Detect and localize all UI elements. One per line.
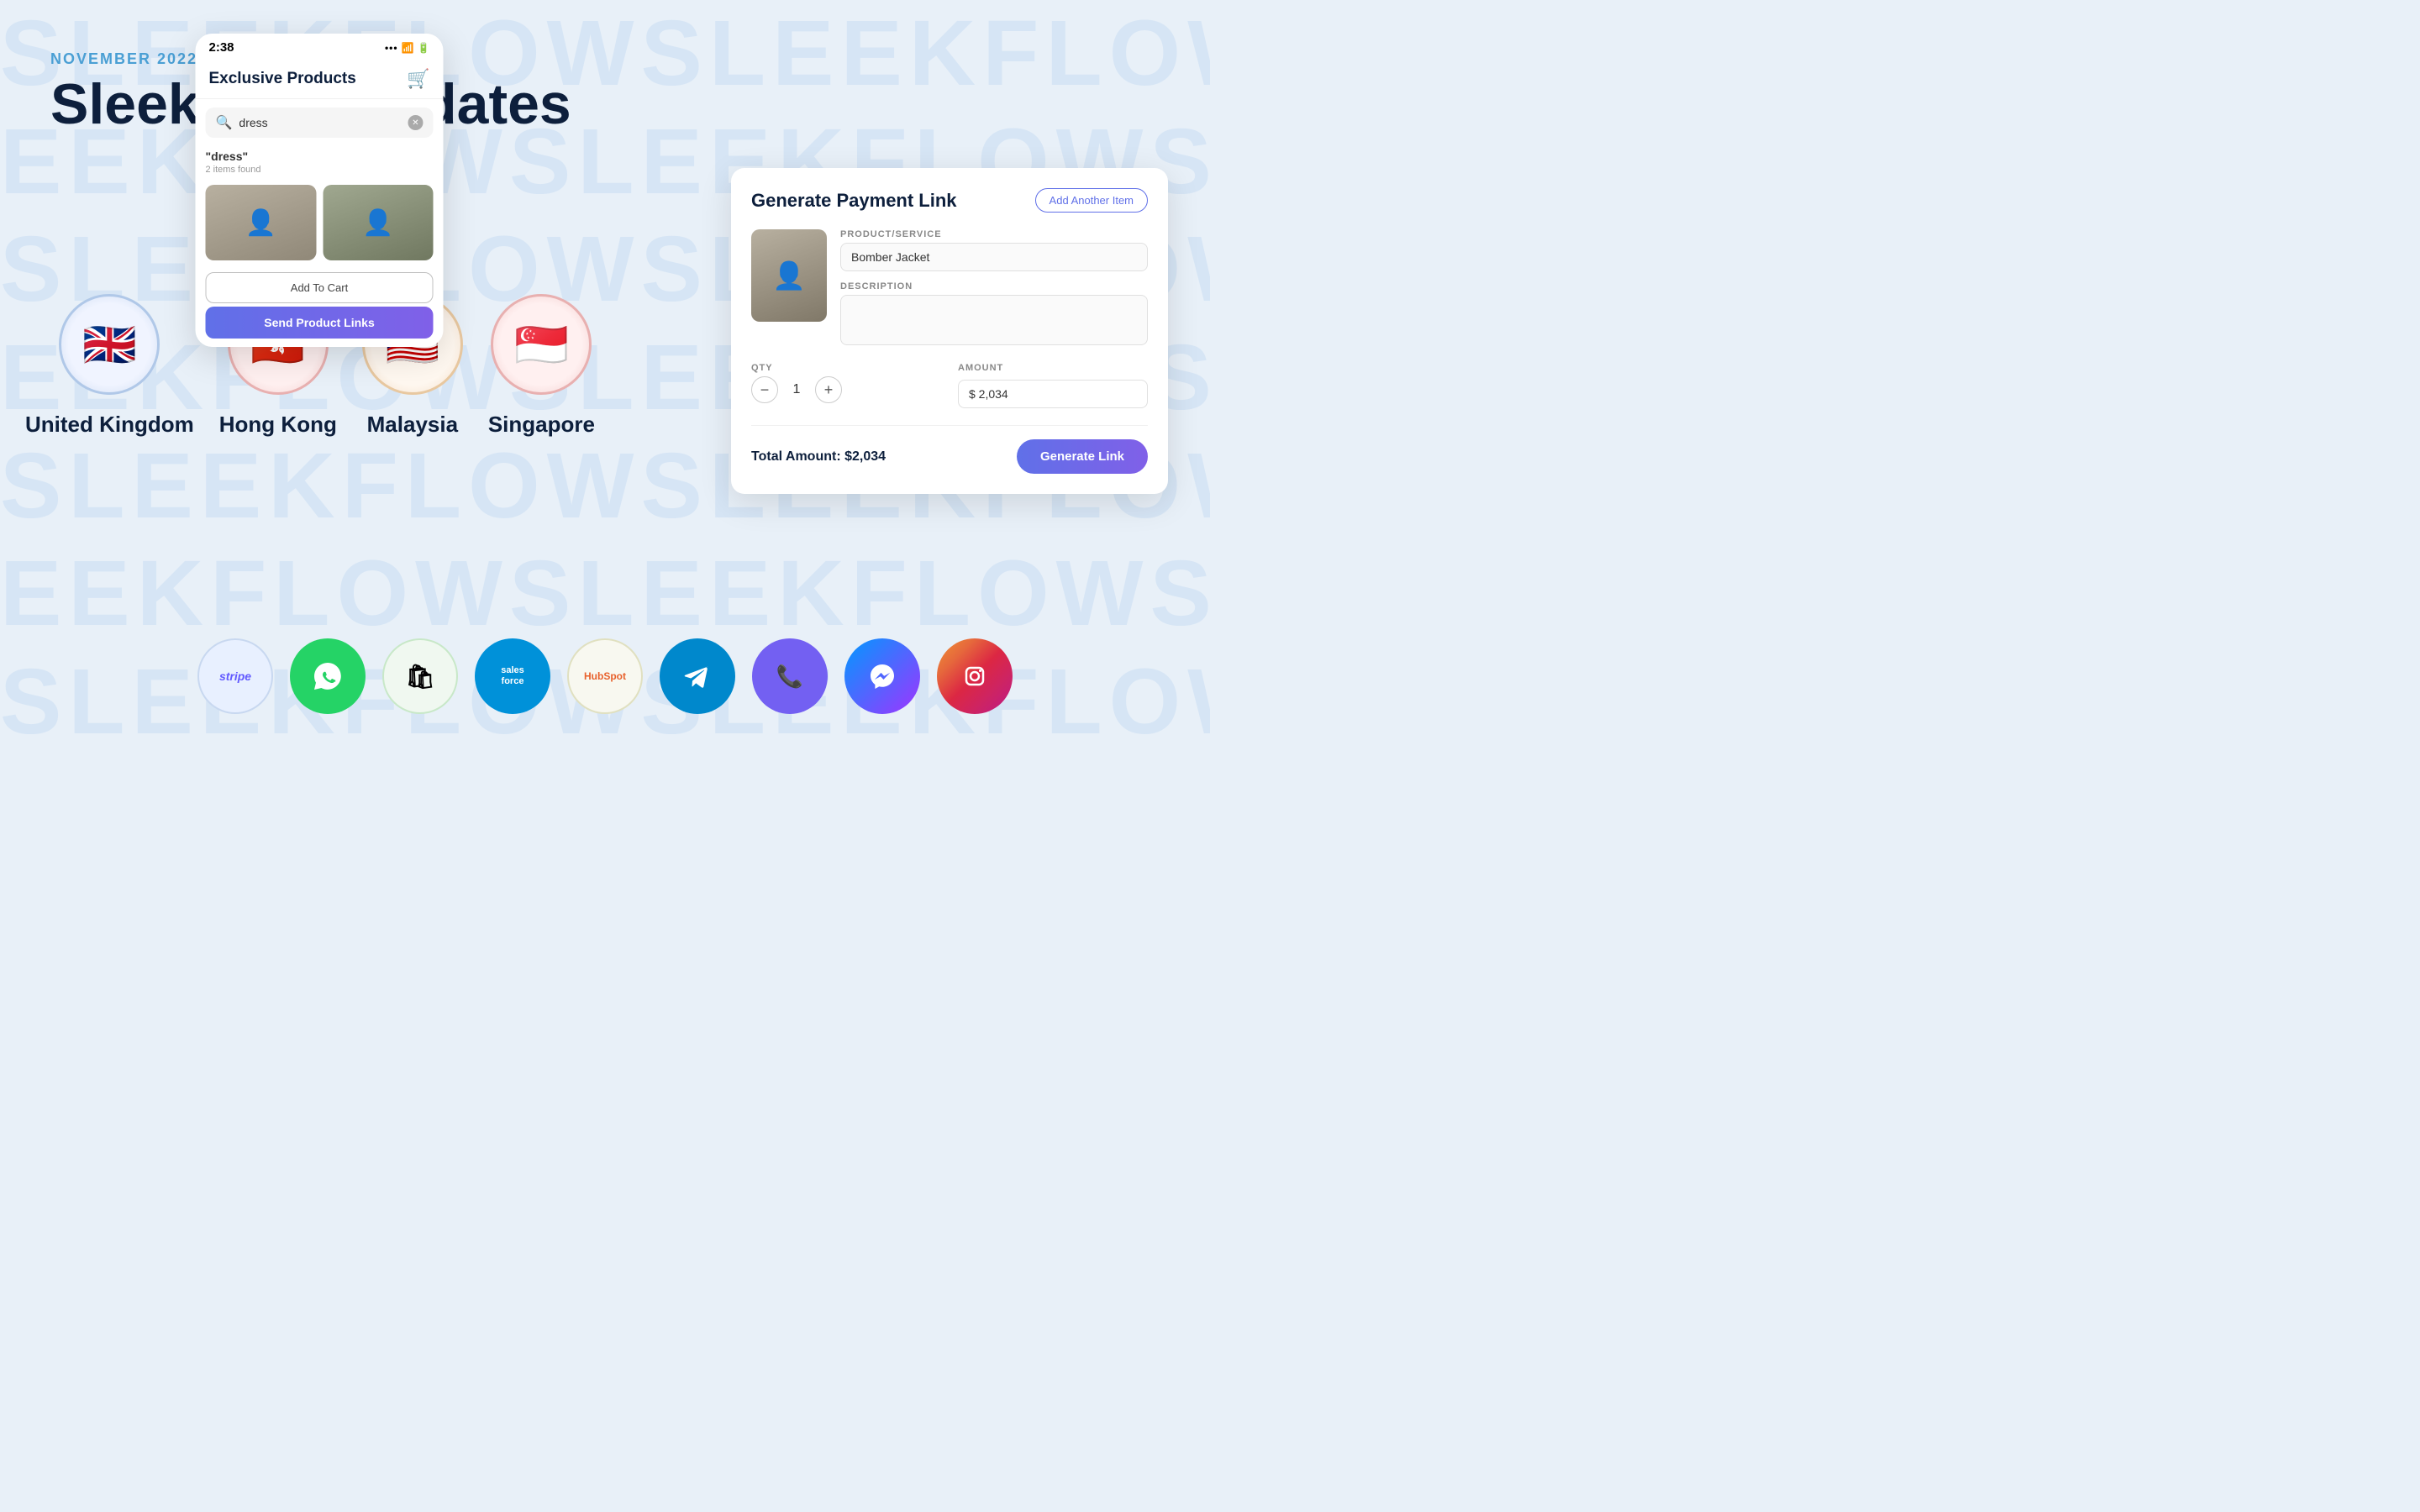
total-amount-text: Total Amount: $2,034 [751, 449, 886, 465]
integration-viber[interactable]: 📞 [752, 638, 828, 714]
send-product-links-button[interactable]: Send Product Links [206, 307, 434, 339]
product-card-1[interactable]: 👤 [206, 185, 317, 260]
integration-hubspot[interactable]: HubSpot [567, 638, 643, 714]
main-content: NOVEMBER 2022 SleekFlow Updates 🇬🇧 Unite… [0, 0, 1210, 756]
integration-whatsapp[interactable] [290, 638, 366, 714]
ellipsis-icon: ••• [385, 42, 398, 54]
results-count: 2 items found [196, 165, 444, 180]
instagram-icon [960, 661, 990, 691]
payment-panel: Generate Payment Link Add Another Item 👤… [731, 168, 1168, 494]
panel-footer: Total Amount: $2,034 Generate Link [751, 425, 1148, 474]
phone-time: 2:38 [209, 40, 234, 55]
battery-icon: 🔋 [418, 42, 430, 54]
country-name-my: Malaysia [367, 412, 458, 438]
integration-telegram[interactable] [660, 638, 735, 714]
description-textarea[interactable] [840, 295, 1148, 345]
country-circle-uk: 🇬🇧 [59, 294, 160, 395]
product-thumbnail: 👤 [751, 229, 827, 322]
country-circle-sg: 🇸🇬 [491, 294, 592, 395]
country-item-uk: 🇬🇧 United Kingdom [25, 294, 194, 438]
viber-icon: 📞 [776, 664, 803, 690]
wifi-icon: 📶 [402, 42, 414, 54]
whatsapp-icon [311, 659, 345, 693]
add-another-item-button[interactable]: Add Another Item [1035, 188, 1148, 213]
amount-section: AMOUNT [958, 363, 1148, 408]
country-name-hk: Hong Kong [219, 412, 337, 438]
integrations-row: stripe 🛍 salesforce HubSpot 📞 [197, 638, 1013, 714]
phone-nav: Exclusive Products 🛒 [196, 61, 444, 99]
product-image-1: 👤 [206, 185, 317, 260]
qty-amount-row: QTY − 1 + AMOUNT [751, 363, 1148, 408]
telegram-icon [681, 659, 714, 693]
qty-value: 1 [788, 382, 805, 397]
product-row: 👤 PRODUCT/SERVICE DESCRIPTION [751, 229, 1148, 349]
phone-status-bar: 2:38 ••• 📶 🔋 [196, 34, 444, 61]
qty-increase-button[interactable]: + [815, 376, 842, 403]
amount-input[interactable] [958, 380, 1148, 408]
qty-control: − 1 + [751, 376, 941, 403]
generate-link-button[interactable]: Generate Link [1017, 439, 1148, 474]
search-input[interactable] [239, 116, 401, 129]
country-name-sg: Singapore [488, 412, 595, 438]
phone-ui: 2:38 ••• 📶 🔋 Exclusive Products 🛒 🔍 ✕ "d… [196, 34, 444, 347]
phone-search-bar[interactable]: 🔍 ✕ [206, 108, 434, 138]
messenger-icon [867, 661, 897, 691]
hubspot-label: HubSpot [584, 670, 626, 682]
country-name-uk: United Kingdom [25, 412, 194, 438]
integration-instagram[interactable] [937, 638, 1013, 714]
qty-label: QTY [751, 363, 941, 373]
stripe-label: stripe [219, 669, 251, 683]
product-grid: 👤 👤 [196, 180, 444, 265]
integration-messenger[interactable] [844, 638, 920, 714]
results-label: "dress" [196, 146, 444, 165]
payment-panel-title: Generate Payment Link [751, 190, 957, 212]
country-item-sg: 🇸🇬 Singapore [488, 294, 595, 438]
cart-icon[interactable]: 🛒 [407, 68, 429, 90]
shopify-icon: 🛍 [405, 663, 435, 690]
integration-stripe[interactable]: stripe [197, 638, 273, 714]
payment-panel-header: Generate Payment Link Add Another Item [751, 188, 1148, 213]
salesforce-label: salesforce [501, 665, 524, 687]
signal-icons: ••• 📶 🔋 [385, 42, 430, 54]
product-card-2[interactable]: 👤 [323, 185, 434, 260]
add-to-cart-button[interactable]: Add To Cart [206, 272, 434, 303]
search-icon: 🔍 [216, 114, 233, 131]
integration-shopify[interactable]: 🛍 [382, 638, 458, 714]
amount-label: AMOUNT [958, 363, 1148, 373]
product-fields: PRODUCT/SERVICE DESCRIPTION [840, 229, 1148, 349]
description-label: DESCRIPTION [840, 281, 1148, 291]
qty-section: QTY − 1 + [751, 363, 941, 408]
qty-decrease-button[interactable]: − [751, 376, 778, 403]
product-service-input[interactable] [840, 243, 1148, 271]
product-service-label: PRODUCT/SERVICE [840, 229, 1148, 239]
search-clear-button[interactable]: ✕ [408, 115, 424, 130]
phone-title-text: Exclusive Products [209, 70, 356, 88]
integration-salesforce[interactable]: salesforce [475, 638, 550, 714]
